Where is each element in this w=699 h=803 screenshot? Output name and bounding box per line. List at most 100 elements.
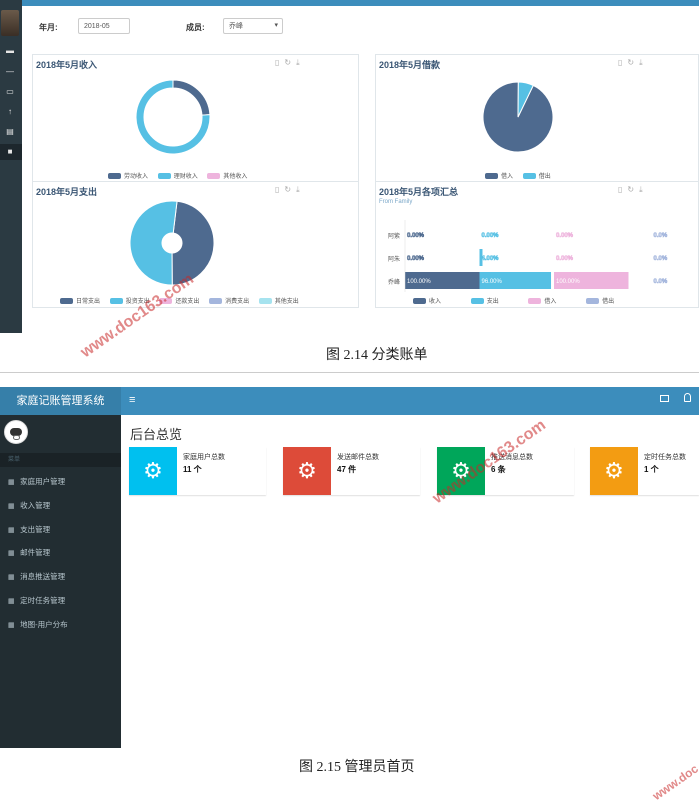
stat-label: 家庭用户总数 (183, 454, 225, 461)
bar-data-label: 0.00% (482, 233, 500, 239)
legend-swatch (209, 298, 223, 305)
y-tick-label: 阿朱 (388, 255, 400, 263)
sidebar-item-schedule[interactable]: ▦ 定时任务管理 (0, 590, 121, 612)
legend-item[interactable]: 借入 (544, 299, 556, 305)
bar-data-label: 0.00% (407, 256, 425, 262)
sidebar-item-expense[interactable]: ▦ 支出管理 (0, 519, 121, 541)
folder-icon[interactable]: ■ (4, 147, 16, 157)
legend-item[interactable]: 借入 (501, 174, 513, 180)
stat-value: 1 个 (644, 465, 659, 474)
bar-data-label: 100.00% (556, 279, 580, 285)
y-tick-label: 阿紫 (388, 232, 400, 240)
pie-hole (162, 233, 182, 253)
divider (0, 372, 699, 373)
legend-item[interactable]: 劳动收入 (124, 174, 148, 180)
stat-label: 发送邮件总数 (337, 454, 379, 461)
member-select[interactable]: 乔峰 ▾ (223, 18, 283, 34)
stat-box-mail[interactable]: ⚙ 发送邮件总数 47 件 (283, 447, 420, 495)
legend-swatch (528, 298, 542, 305)
sidebar: 菜单 ▦ 家庭用户管理 ▦ 收入管理 ▦ 支出管理 ▦ 邮件管理 ▦ 消息推送管… (0, 415, 121, 748)
legend-item[interactable]: 日常支出 (76, 299, 100, 305)
loan-chart-panel: 2018年5月借款 ▯↻⤓ 借入 借出 (375, 54, 699, 183)
loan-pie (482, 81, 554, 153)
legend-swatch (470, 298, 484, 305)
stat-box-schedule[interactable]: ⚙ 定时任务总数 1 个 (590, 447, 699, 495)
minus-icon[interactable]: — (4, 67, 16, 77)
admin-home-screenshot: 家庭记账管理系统 ≡ 菜单 ▦ 家庭用户管理 ▦ 收入管理 ▦ 支出管理 ▦ 邮… (0, 387, 699, 748)
legend-swatch (586, 298, 600, 305)
table-icon: ▦ (8, 598, 15, 605)
legend-item[interactable]: 收入 (429, 299, 441, 305)
bar-data-label: 0.0% (654, 256, 668, 262)
sidebar-item-income[interactable]: ▦ 收入管理 (0, 495, 121, 517)
bar-data-label: 0.0% (654, 233, 668, 239)
legend-item[interactable]: 借出 (539, 174, 551, 180)
income-chart-svg (135, 79, 211, 155)
legend-swatch (485, 173, 498, 180)
sidebar-item-map[interactable]: ▦ 地图-用户分布 (0, 614, 121, 636)
expense-chart-panel: 2018年5月支出 ▯↻⤓ 日常支出 投资支出 还款支出 消费支出 其他支出 (32, 181, 359, 308)
upload-icon[interactable]: ↑ (4, 107, 16, 117)
bar-data-label: 0.0% (654, 279, 668, 285)
bar-data-label: 0.00% (556, 233, 574, 239)
legend-item[interactable]: 支出 (487, 299, 499, 305)
expense-chart-svg (129, 200, 215, 286)
table-icon: ▦ (8, 527, 15, 534)
member-label: 成员: (186, 23, 205, 32)
summary-chart-svg: 阿紫 0.00% 0.00% 0.00% 0.0% 阿朱 0.00% 4.00% 0.00% 0.… (388, 220, 668, 292)
watermark-corner: www.doc (649, 761, 699, 803)
loan-chart-svg (482, 81, 554, 153)
bar-data-label: 0.00% (407, 233, 425, 239)
stat-value: 11 个 (183, 465, 202, 474)
legend-swatch (157, 173, 171, 180)
gear-icon: ⚙ (590, 447, 638, 495)
legend-item[interactable]: 其他支出 (275, 299, 299, 305)
member-select-value: 乔峰 (229, 23, 243, 30)
avatar[interactable] (4, 420, 28, 444)
legend-swatch (207, 173, 221, 180)
income-legend: 劳动收入 理财收入 其他收入 (100, 171, 247, 180)
credit-card-icon[interactable]: ▭ (4, 87, 16, 97)
chevron-down-icon: ▾ (274, 22, 278, 29)
legend-item[interactable]: 还款支出 (175, 299, 199, 305)
legend-item[interactable]: 消费支出 (225, 299, 249, 305)
avatar[interactable] (1, 10, 19, 36)
summary-chart-panel: 2018年5月各项汇总 From Family ▯↻⤓ 阿紫 0.00% 0.00%… (375, 181, 699, 308)
menu-toggle-icon[interactable]: ≡ (129, 394, 135, 406)
sidebar-item-mail[interactable]: ▦ 邮件管理 (0, 542, 121, 564)
legend-item[interactable]: 理财收入 (174, 174, 198, 180)
sidebar-item-label: 地图-用户分布 (20, 620, 68, 629)
summary-bars: 阿紫 0.00% 0.00% 0.00% 0.0% 阿朱 0.00% 4.00% 0.00% 0.… (388, 220, 668, 292)
book-icon[interactable]: ▤ (4, 127, 16, 137)
page-title: 后台总览 (130, 427, 183, 442)
legend-swatch (108, 173, 121, 180)
income-chart-panel: 2018年5月收入 ▯↻⤓ 劳动收入 理财收入 其他收入 (32, 54, 359, 183)
sidebar-item-push[interactable]: ▦ 消息推送管理 (0, 566, 121, 588)
legend-swatch (413, 298, 426, 305)
sidebar-item-label: 支出管理 (20, 525, 51, 534)
bell-icon[interactable] (684, 393, 691, 402)
legend-item[interactable]: 借出 (602, 299, 614, 305)
expense-pie (129, 200, 215, 286)
legend-item[interactable]: 其他收入 (223, 174, 247, 180)
stat-box-users[interactable]: ⚙ 家庭用户总数 11 个 (129, 447, 266, 495)
sidebar-item-label: 定时任务管理 (20, 596, 66, 605)
sidebar-item-label: 收入管理 (20, 501, 51, 510)
top-header-bar (0, 0, 699, 6)
gear-icon: ⚙ (283, 447, 331, 495)
loan-legend: 借入 借出 (477, 171, 551, 180)
bar-data-label: 4.00% (482, 256, 500, 262)
mail-icon[interactable] (660, 395, 669, 402)
app-brand[interactable]: 家庭记账管理系统 (0, 387, 121, 415)
legend-swatch (258, 298, 272, 305)
table-icon: ▦ (8, 550, 15, 557)
year-month-input[interactable]: 2018-05 (78, 18, 130, 34)
table-icon: ▦ (8, 574, 15, 581)
income-pie (135, 79, 211, 155)
legend-swatch (109, 298, 123, 305)
pie-hole (144, 88, 202, 146)
sidebar-item-family-users[interactable]: ▦ 家庭用户管理 (0, 471, 121, 493)
id-card-icon[interactable]: ▬ (4, 46, 16, 56)
year-month-label: 年月: (39, 23, 58, 32)
table-icon: ▦ (8, 479, 15, 486)
